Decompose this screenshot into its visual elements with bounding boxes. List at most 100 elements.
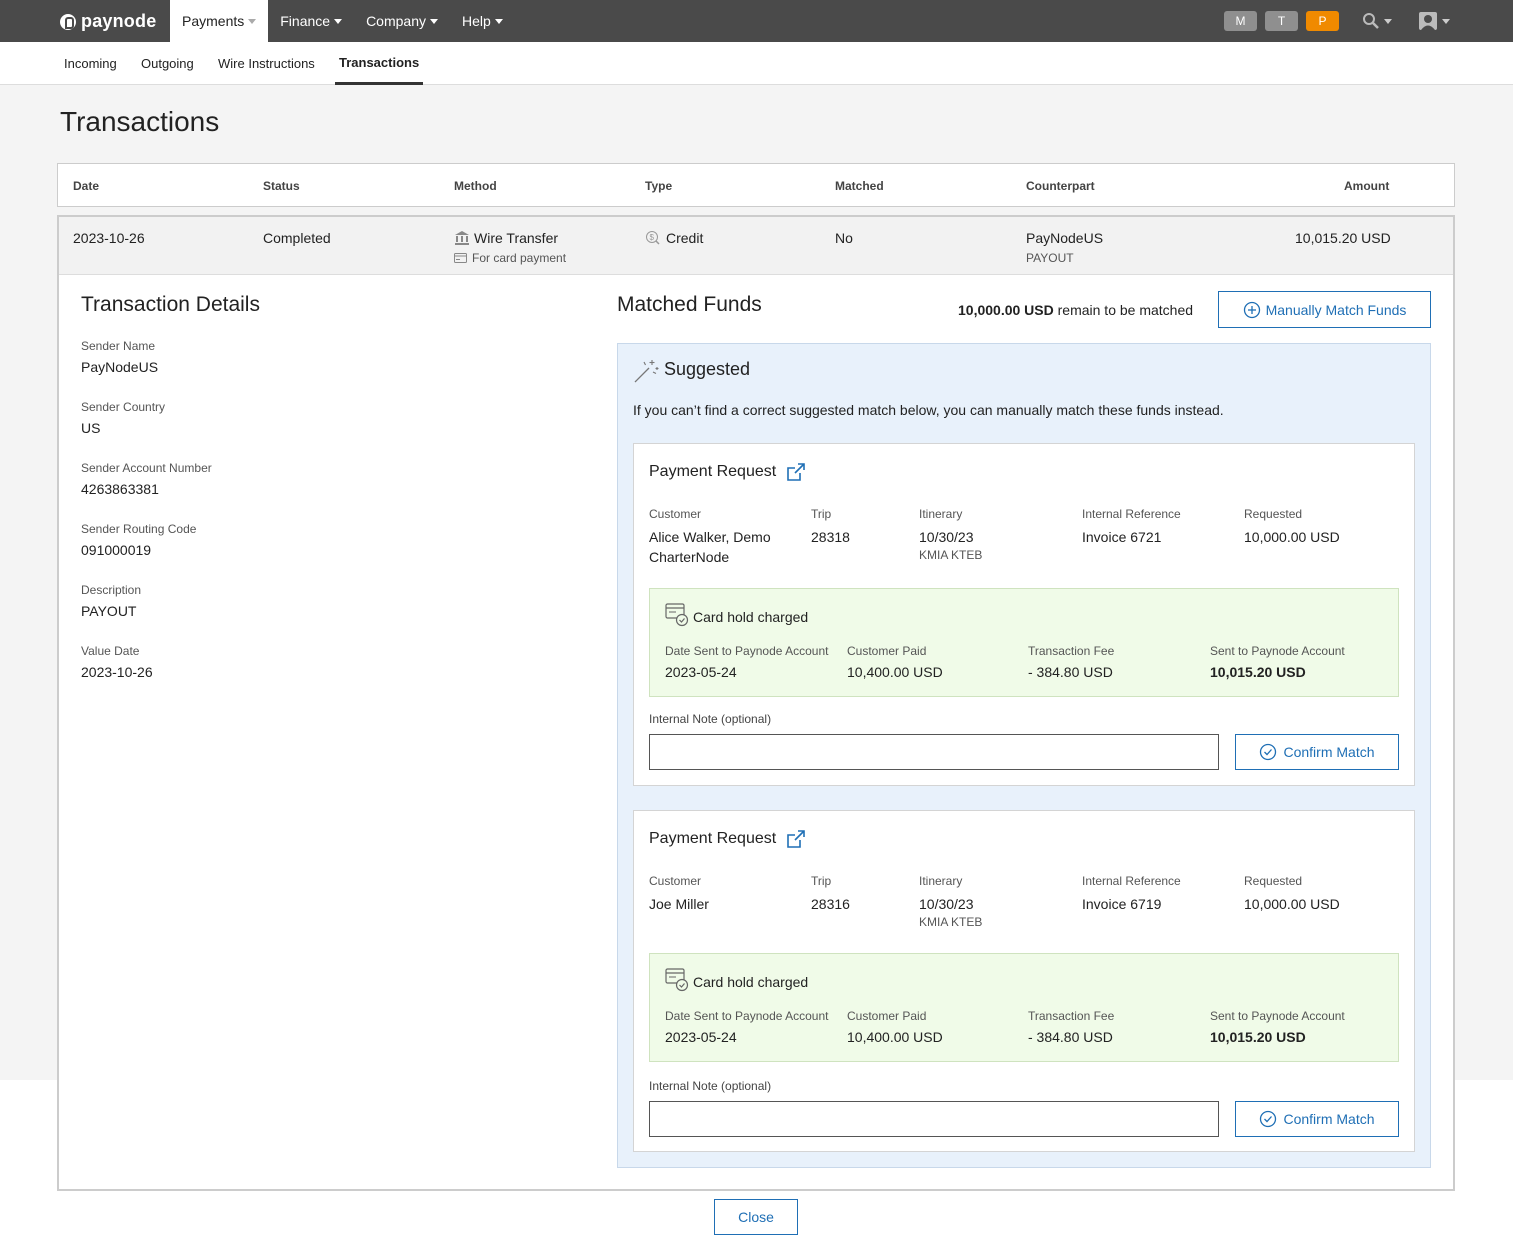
brand-logo[interactable]: paynode — [60, 11, 156, 32]
date-sent-label: Date Sent to Paynode Account — [665, 1009, 829, 1023]
chevron-down-icon — [494, 18, 503, 24]
credit-icon: $ — [646, 231, 660, 245]
requested-label: Requested — [1244, 507, 1303, 521]
itinerary-route: KMIA KTEB — [919, 915, 983, 929]
table-header: Date Status Method Type Matched Counterp… — [57, 163, 1455, 207]
user-menu[interactable] — [1418, 12, 1450, 30]
row-date: 2023-10-26 — [73, 230, 145, 246]
date-sent-value: 2023-05-24 — [665, 1029, 737, 1045]
internal-note-input[interactable] — [649, 734, 1219, 770]
badge-m[interactable]: M — [1224, 11, 1257, 31]
sent-to-paynode-label: Sent to Paynode Account — [1210, 1009, 1345, 1023]
card-hold-title: Card hold charged — [693, 609, 809, 625]
nav-payments[interactable]: Payments — [170, 0, 269, 42]
chevron-down-icon — [429, 18, 438, 24]
customer-paid-label: Customer Paid — [847, 1009, 927, 1023]
row-type-label: Credit — [666, 230, 704, 246]
col-type[interactable]: Type — [645, 179, 672, 193]
table-row[interactable]: 2023-10-26 Completed Wire Transfer For c… — [59, 217, 1453, 275]
col-status[interactable]: Status — [263, 179, 300, 193]
col-counterpart[interactable]: Counterpart — [1026, 179, 1095, 193]
internal-reference-label: Internal Reference — [1082, 874, 1181, 888]
payment-request-card: Payment Request Customer Trip Itinerary … — [633, 443, 1415, 786]
bank-icon — [455, 231, 469, 245]
badge-p[interactable]: P — [1306, 11, 1339, 31]
sub-nav: Incoming Outgoing Wire Instructions Tran… — [0, 42, 1513, 85]
requested-label: Requested — [1244, 874, 1303, 888]
tab-outgoing[interactable]: Outgoing — [137, 42, 198, 85]
col-method[interactable]: Method — [454, 179, 497, 193]
suggested-title: Suggested — [664, 359, 751, 379]
nav-payments-label: Payments — [182, 13, 245, 29]
itinerary-label: Itinerary — [919, 507, 963, 521]
external-link-icon[interactable] — [786, 829, 806, 849]
requested-value: 10,000.00 USD — [1244, 896, 1340, 912]
itinerary-label: Itinerary — [919, 874, 963, 888]
customer-paid-value: 10,400.00 USD — [847, 1029, 943, 1045]
col-matched[interactable]: Matched — [835, 179, 884, 193]
remain-to-match: 10,000.00 USD remain to be matched — [958, 302, 1193, 318]
nav-company-label: Company — [366, 13, 426, 29]
suggested-hint: If you can’t find a correct suggested ma… — [633, 402, 1224, 418]
customer-label: Customer — [649, 874, 702, 888]
nav-finance-label: Finance — [280, 13, 331, 29]
row-method-label: Wire Transfer — [474, 230, 559, 246]
details-title: Transaction Details — [81, 293, 260, 316]
confirm-match-button[interactable]: Confirm Match — [1235, 734, 1399, 770]
row-matched: No — [835, 230, 853, 246]
suggested-panel: Suggested If you can’t find a correct su… — [617, 343, 1431, 1168]
value-date-label: Value Date — [81, 644, 140, 658]
value-date-value: 2023-10-26 — [81, 664, 153, 680]
itinerary-route: KMIA KTEB — [919, 548, 983, 562]
col-date[interactable]: Date — [73, 179, 99, 193]
col-amount[interactable]: Amount — [1344, 179, 1389, 193]
nav-help[interactable]: Help — [450, 0, 515, 42]
customer-paid-label: Customer Paid — [847, 644, 927, 658]
check-circle-icon — [1260, 743, 1277, 761]
matched-funds-title: Matched Funds — [617, 293, 762, 316]
confirm-match-button[interactable]: Confirm Match — [1235, 1101, 1399, 1137]
internal-note-label: Internal Note (optional) — [649, 712, 772, 726]
date-sent-value: 2023-05-24 — [665, 664, 737, 680]
top-navbar: paynode Payments Finance Company Help M … — [0, 0, 1513, 42]
chevron-down-icon — [1442, 18, 1450, 24]
wand-icon — [634, 360, 659, 383]
payment-request-card: Payment Request Customer Trip Itinerary … — [633, 810, 1415, 1152]
description-value: PAYOUT — [81, 603, 137, 619]
confirm-match-label: Confirm Match — [1283, 1111, 1375, 1127]
tab-incoming[interactable]: Incoming — [60, 42, 121, 85]
payment-request-title-text: Payment Request — [649, 830, 777, 847]
nav-company[interactable]: Company — [354, 0, 450, 42]
row-type: $ Credit — [645, 230, 703, 246]
internal-note-label: Internal Note (optional) — [649, 1079, 772, 1093]
tab-transactions[interactable]: Transactions — [335, 42, 424, 85]
remain-text: remain to be matched — [1053, 302, 1194, 318]
internal-note-input[interactable] — [649, 1101, 1219, 1137]
tab-wire-instructions[interactable]: Wire Instructions — [214, 42, 319, 85]
row-counterpart: PayNodeUS PAYOUT — [1026, 230, 1103, 265]
row-counterpart-name: PayNodeUS — [1026, 230, 1104, 246]
internal-reference-label: Internal Reference — [1082, 507, 1181, 521]
chevron-down-icon — [1384, 18, 1392, 24]
external-link-icon[interactable] — [786, 462, 806, 482]
svg-text:$: $ — [650, 233, 655, 242]
manually-match-button[interactable]: Manually Match Funds — [1218, 291, 1431, 328]
sender-country-value: US — [81, 420, 101, 436]
main-nav: Payments Finance Company Help — [170, 0, 515, 42]
confirm-match-label: Confirm Match — [1283, 744, 1375, 760]
card-hold-box: Card hold charged Date Sent to Paynode A… — [649, 588, 1399, 697]
description-label: Description — [81, 583, 142, 597]
transaction-fee-value: - 384.80 USD — [1028, 1029, 1113, 1045]
chevron-down-icon — [248, 18, 257, 24]
payment-request-title: Payment Request — [649, 829, 806, 849]
close-button[interactable]: Close — [714, 1199, 798, 1235]
itinerary-value: 10/30/23 — [919, 896, 974, 912]
search-menu[interactable] — [1362, 12, 1392, 30]
requested-value: 10,000.00 USD — [1244, 529, 1340, 545]
customer-value: Alice Walker, Demo CharterNode — [649, 529, 771, 565]
payment-request-title-text: Payment Request — [649, 463, 777, 480]
badge-t[interactable]: T — [1265, 11, 1298, 31]
nav-finance[interactable]: Finance — [268, 0, 354, 42]
brand-name: paynode — [81, 11, 157, 31]
customer-value: Joe Miller — [649, 896, 709, 912]
